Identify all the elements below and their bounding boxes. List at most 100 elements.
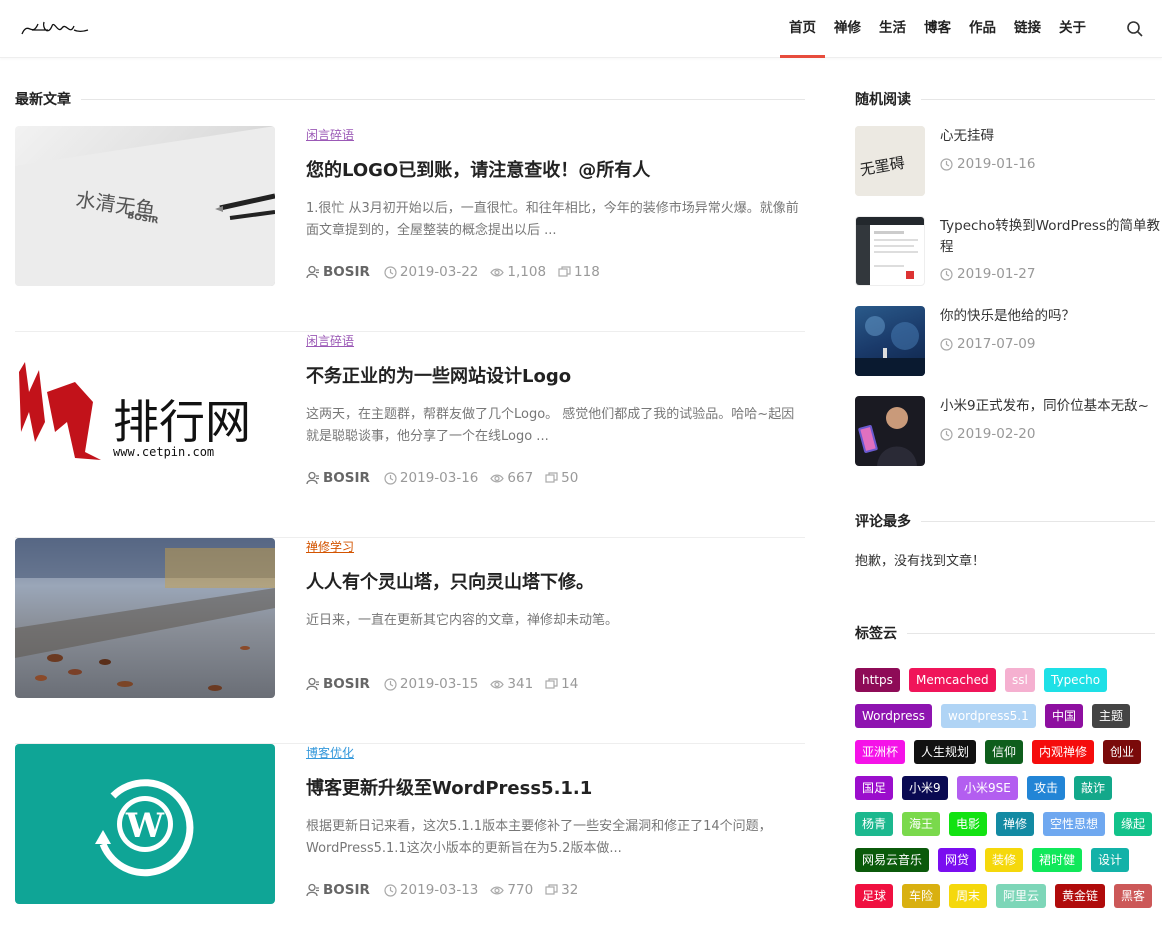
wordpress-logo-image: W bbox=[95, 779, 194, 877]
tag-item[interactable]: 攻击 bbox=[1027, 776, 1066, 800]
post-thumbnail[interactable]: 排行网 www.cetpin.com bbox=[15, 332, 275, 492]
nav-item-home[interactable]: 首页 bbox=[780, 0, 825, 58]
post-comments[interactable]: 50 bbox=[545, 470, 578, 486]
tag-item[interactable]: 国足 bbox=[855, 776, 894, 800]
random-item-title[interactable]: 你的快乐是他给的吗？ bbox=[940, 306, 1160, 327]
post-views: 341 bbox=[490, 676, 533, 692]
random-thumbnail[interactable] bbox=[855, 396, 925, 466]
nav-item-zen[interactable]: 禅修 bbox=[825, 0, 870, 58]
post-author[interactable]: BOSIR bbox=[306, 470, 370, 486]
post-views: 770 bbox=[490, 882, 533, 898]
tag-item[interactable]: 内观禅修 bbox=[1032, 740, 1095, 764]
post-meta: BOSIR 2019-03-13 770 32 bbox=[306, 882, 590, 898]
post-author-name: BOSIR bbox=[323, 470, 370, 486]
eye-icon bbox=[490, 474, 505, 482]
tag-item[interactable]: 装修 bbox=[985, 848, 1024, 872]
tag-item[interactable]: 小米9 bbox=[902, 776, 948, 800]
post-meta: BOSIR 2019-03-22 1,108 118 bbox=[306, 264, 612, 280]
tag-item[interactable]: 车险 bbox=[902, 884, 941, 908]
random-thumbnail[interactable] bbox=[855, 216, 925, 286]
tag-item[interactable]: 亚洲杯 bbox=[855, 740, 906, 764]
logo-card-image: 水清无鱼 BOSIR bbox=[15, 126, 275, 286]
tag-item[interactable]: 创业 bbox=[1103, 740, 1142, 764]
empty-message: 抱歉，没有找到文章！ bbox=[855, 554, 986, 569]
search-icon[interactable] bbox=[1126, 20, 1144, 38]
post-comments[interactable]: 118 bbox=[558, 264, 600, 280]
random-item-title[interactable]: 小米9正式发布，同价位基本无敌~ bbox=[940, 396, 1160, 417]
tag-item[interactable]: 黑客 bbox=[1114, 884, 1153, 908]
post-title[interactable]: 不务正业的为一些网站设计Logo bbox=[306, 362, 571, 388]
post-category[interactable]: 闲言碎语 bbox=[306, 332, 354, 349]
post-views: 667 bbox=[490, 470, 533, 486]
eye-icon bbox=[490, 268, 505, 276]
nav-item-life[interactable]: 生活 bbox=[870, 0, 915, 58]
tag-item[interactable]: 中国 bbox=[1045, 704, 1084, 728]
random-item-title[interactable]: Typecho转换到WordPress的简单教程 bbox=[940, 216, 1160, 258]
tag-item[interactable]: 足球 bbox=[855, 884, 894, 908]
svg-text:W: W bbox=[125, 806, 165, 846]
tag-item[interactable]: 人生规划 bbox=[914, 740, 977, 764]
nav-item-about[interactable]: 关于 bbox=[1050, 0, 1095, 58]
tag-item[interactable]: 黄金链 bbox=[1055, 884, 1106, 908]
tag-item[interactable]: 网易云音乐 bbox=[855, 848, 930, 872]
user-icon bbox=[306, 883, 319, 897]
post-comments[interactable]: 14 bbox=[545, 676, 578, 692]
tag-item[interactable]: 海王 bbox=[902, 812, 941, 836]
tag-item[interactable]: 裙时健 bbox=[1032, 848, 1083, 872]
post-date-text: 2019-03-15 bbox=[399, 676, 479, 692]
post-title[interactable]: 人人有个灵山塔，只向灵山塔下修。 bbox=[306, 568, 594, 594]
tag-item[interactable]: 缘起 bbox=[1114, 812, 1153, 836]
post-views: 1,108 bbox=[490, 264, 546, 280]
tag-item[interactable]: ssl bbox=[1005, 668, 1035, 692]
post-comments[interactable]: 32 bbox=[545, 882, 578, 898]
tag-item[interactable]: 杨青 bbox=[855, 812, 894, 836]
tag-item[interactable]: 主题 bbox=[1092, 704, 1131, 728]
post-title[interactable]: 您的LOGO已到账，请注意查收！@所有人 bbox=[306, 156, 650, 182]
tag-item[interactable]: 周末 bbox=[949, 884, 988, 908]
tag-item[interactable]: wordpress5.1 bbox=[941, 704, 1036, 728]
tag-item[interactable]: 设计 bbox=[1091, 848, 1130, 872]
post-title[interactable]: 博客更新升级至WordPress5.1.1 bbox=[306, 774, 592, 800]
post-author[interactable]: BOSIR bbox=[306, 264, 370, 280]
random-item-date-text: 2019-02-20 bbox=[957, 426, 1036, 442]
screenshot-image bbox=[856, 217, 924, 285]
tag-item[interactable]: https bbox=[855, 668, 900, 692]
tag-item[interactable]: 阿里云 bbox=[996, 884, 1047, 908]
random-item-date-text: 2019-01-27 bbox=[957, 266, 1036, 282]
tag-item[interactable]: Memcached bbox=[909, 668, 996, 692]
tag-item[interactable]: 网贷 bbox=[938, 848, 977, 872]
random-thumbnail[interactable]: 无罣碍 bbox=[855, 126, 925, 196]
post-views-text: 1,108 bbox=[507, 264, 547, 280]
nav-item-blog[interactable]: 博客 bbox=[915, 0, 960, 58]
clock-icon bbox=[384, 265, 397, 279]
tag-item[interactable]: 小米9SE bbox=[957, 776, 1018, 800]
random-thumbnail[interactable] bbox=[855, 306, 925, 376]
post-thumbnail[interactable]: W bbox=[15, 744, 275, 904]
post-date: 2019-03-13 bbox=[384, 882, 478, 898]
post-thumbnail[interactable] bbox=[15, 538, 275, 698]
tag-item[interactable]: 敲诈 bbox=[1074, 776, 1113, 800]
post-author[interactable]: BOSIR bbox=[306, 882, 370, 898]
random-item-title[interactable]: 心无挂碍 bbox=[940, 126, 1160, 147]
site-logo[interactable] bbox=[18, 14, 90, 42]
post-thumbnail[interactable]: 水清无鱼 BOSIR bbox=[15, 126, 275, 286]
tag-item[interactable]: Wordpress bbox=[855, 704, 933, 728]
post-date-text: 2019-03-22 bbox=[399, 264, 479, 280]
post-date: 2019-03-15 bbox=[384, 676, 478, 692]
clock-icon bbox=[384, 471, 397, 485]
tag-item[interactable]: Typecho bbox=[1044, 668, 1108, 692]
post-category[interactable]: 禅修学习 bbox=[306, 538, 354, 555]
post-category[interactable]: 博客优化 bbox=[306, 744, 354, 761]
tag-item[interactable]: 禅修 bbox=[996, 812, 1035, 836]
title-divider bbox=[81, 98, 805, 100]
post-date: 2019-03-16 bbox=[384, 470, 478, 486]
post-excerpt: 近日来，一直在更新其它内容的文章，禅修却未动笔。 bbox=[306, 613, 619, 628]
post-category[interactable]: 闲言碎语 bbox=[306, 126, 354, 143]
nav-item-links[interactable]: 链接 bbox=[1005, 0, 1050, 58]
tag-item[interactable]: 空性思想 bbox=[1043, 812, 1106, 836]
tag-item[interactable]: 信仰 bbox=[985, 740, 1024, 764]
tag-item[interactable]: 电影 bbox=[949, 812, 988, 836]
most-commented-title: 评论最多 bbox=[855, 511, 1155, 531]
nav-item-works[interactable]: 作品 bbox=[960, 0, 1005, 58]
post-author[interactable]: BOSIR bbox=[306, 676, 370, 692]
